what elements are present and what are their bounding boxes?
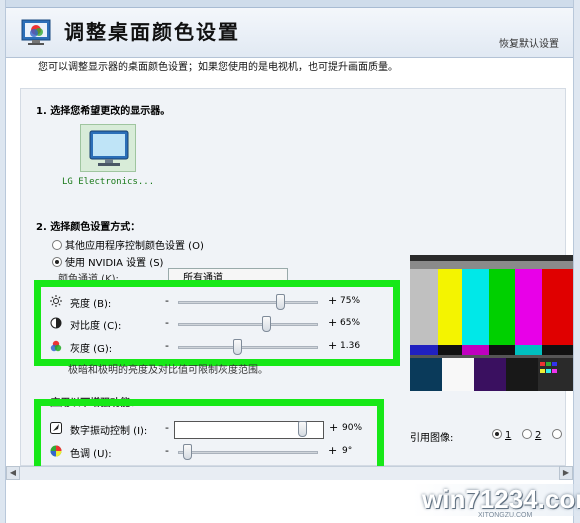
window-right-border bbox=[573, 0, 580, 523]
sun-icon bbox=[50, 295, 62, 307]
vibrance-row: 数字振动控制 (I): - + 90% bbox=[50, 421, 380, 439]
hue-row: 色调 (U): - + 9° bbox=[50, 444, 380, 460]
contrast-slider[interactable] bbox=[262, 316, 271, 332]
radio-button-selected[interactable] bbox=[492, 429, 502, 439]
scroll-right-icon[interactable]: ▶ bbox=[559, 466, 573, 480]
page-description: 您可以调整显示器的桌面颜色设置；如果您使用的是电视机，也可提升画面质量。 bbox=[38, 62, 398, 73]
radio-label: 其他应用程序控制颜色设置 (O) bbox=[65, 241, 204, 252]
section1-title: 1. 选择您希望更改的显示器。 bbox=[36, 106, 171, 117]
help-text: 极暗和极明的亮度及对比值可限制灰度范围。 bbox=[68, 365, 268, 376]
vibrance-slider[interactable] bbox=[298, 421, 307, 437]
minus-sign: - bbox=[165, 316, 169, 329]
plus-sign: + bbox=[328, 339, 338, 352]
radio-button[interactable] bbox=[552, 429, 562, 439]
contrast-row: 对比度 (C): - + 65% bbox=[50, 316, 380, 332]
minus-sign: - bbox=[165, 444, 169, 457]
gamma-row: 灰度 (G): - + 1.36 bbox=[50, 339, 380, 355]
monitor-icon bbox=[89, 130, 129, 166]
hue-icon bbox=[50, 445, 62, 457]
page-title: 调整桌面颜色设置 bbox=[64, 20, 240, 44]
radio-button[interactable] bbox=[522, 429, 532, 439]
display-settings-icon bbox=[21, 19, 51, 45]
radio-nvidia-settings[interactable]: 使用 NVIDIA 设置 (S) bbox=[52, 254, 163, 269]
plus-sign: + bbox=[328, 294, 338, 307]
restore-defaults-link[interactable]: 恢复默认设置 bbox=[499, 35, 559, 50]
vibrance-value: 90% bbox=[342, 423, 363, 433]
minus-sign: - bbox=[165, 339, 169, 352]
gamma-slider[interactable] bbox=[233, 339, 242, 355]
plus-sign: + bbox=[328, 316, 338, 329]
minus-sign: - bbox=[165, 294, 169, 307]
display-name: LG Electronics... bbox=[62, 177, 155, 187]
brightness-label: 亮度 (B): bbox=[70, 299, 112, 310]
window-top-border bbox=[0, 0, 580, 8]
radio-label: 使用 NVIDIA 设置 (S) bbox=[65, 258, 164, 269]
minus-sign: - bbox=[165, 421, 169, 434]
scroll-left-icon[interactable]: ◀ bbox=[6, 466, 20, 480]
radio-button[interactable] bbox=[52, 240, 62, 250]
contrast-value: 65% bbox=[340, 318, 361, 328]
watermark-subtext: XITONGZU.COM bbox=[478, 512, 533, 519]
hue-value: 9° bbox=[342, 446, 353, 456]
radio-other-apps[interactable]: 其他应用程序控制颜色设置 (O) bbox=[52, 237, 204, 252]
contrast-label: 对比度 (C): bbox=[70, 321, 122, 332]
contrast-track bbox=[178, 323, 318, 326]
reference-option-1[interactable]: 1 bbox=[492, 429, 511, 441]
color-wheel-icon bbox=[50, 340, 62, 352]
horizontal-scrollbar[interactable] bbox=[6, 466, 573, 480]
section2-title: 2. 选择颜色设置方式： bbox=[36, 222, 141, 233]
hue-label: 色调 (U): bbox=[70, 449, 112, 460]
radio-button-selected[interactable] bbox=[52, 257, 62, 267]
brightness-row: 亮度 (B): - + 75% bbox=[50, 294, 380, 310]
brightness-track bbox=[178, 301, 318, 304]
brightness-slider[interactable] bbox=[276, 294, 285, 310]
reference-test-pattern-image bbox=[410, 255, 573, 391]
display-selector[interactable] bbox=[80, 124, 136, 172]
window-left-border bbox=[0, 0, 6, 523]
vibrance-icon bbox=[50, 422, 62, 434]
reference-option-2[interactable]: 2 bbox=[522, 429, 541, 441]
hue-track bbox=[178, 451, 318, 454]
hue-slider[interactable] bbox=[183, 444, 192, 460]
page-header: 调整桌面颜色设置 恢复默认设置 bbox=[6, 8, 573, 58]
reference-option-label: 2 bbox=[535, 430, 542, 441]
brightness-value: 75% bbox=[340, 296, 361, 306]
reference-option-3[interactable] bbox=[552, 429, 565, 441]
gamma-track bbox=[178, 346, 318, 349]
plus-sign: + bbox=[329, 421, 339, 434]
plus-sign: + bbox=[328, 444, 338, 457]
contrast-icon bbox=[50, 317, 62, 329]
gamma-value: 1.36 bbox=[340, 341, 361, 351]
vibrance-label: 数字振动控制 (I): bbox=[70, 426, 148, 437]
gamma-label: 灰度 (G): bbox=[70, 344, 113, 355]
reference-option-label: 1 bbox=[505, 430, 512, 441]
reference-image-label: 引用图像: bbox=[410, 433, 454, 444]
